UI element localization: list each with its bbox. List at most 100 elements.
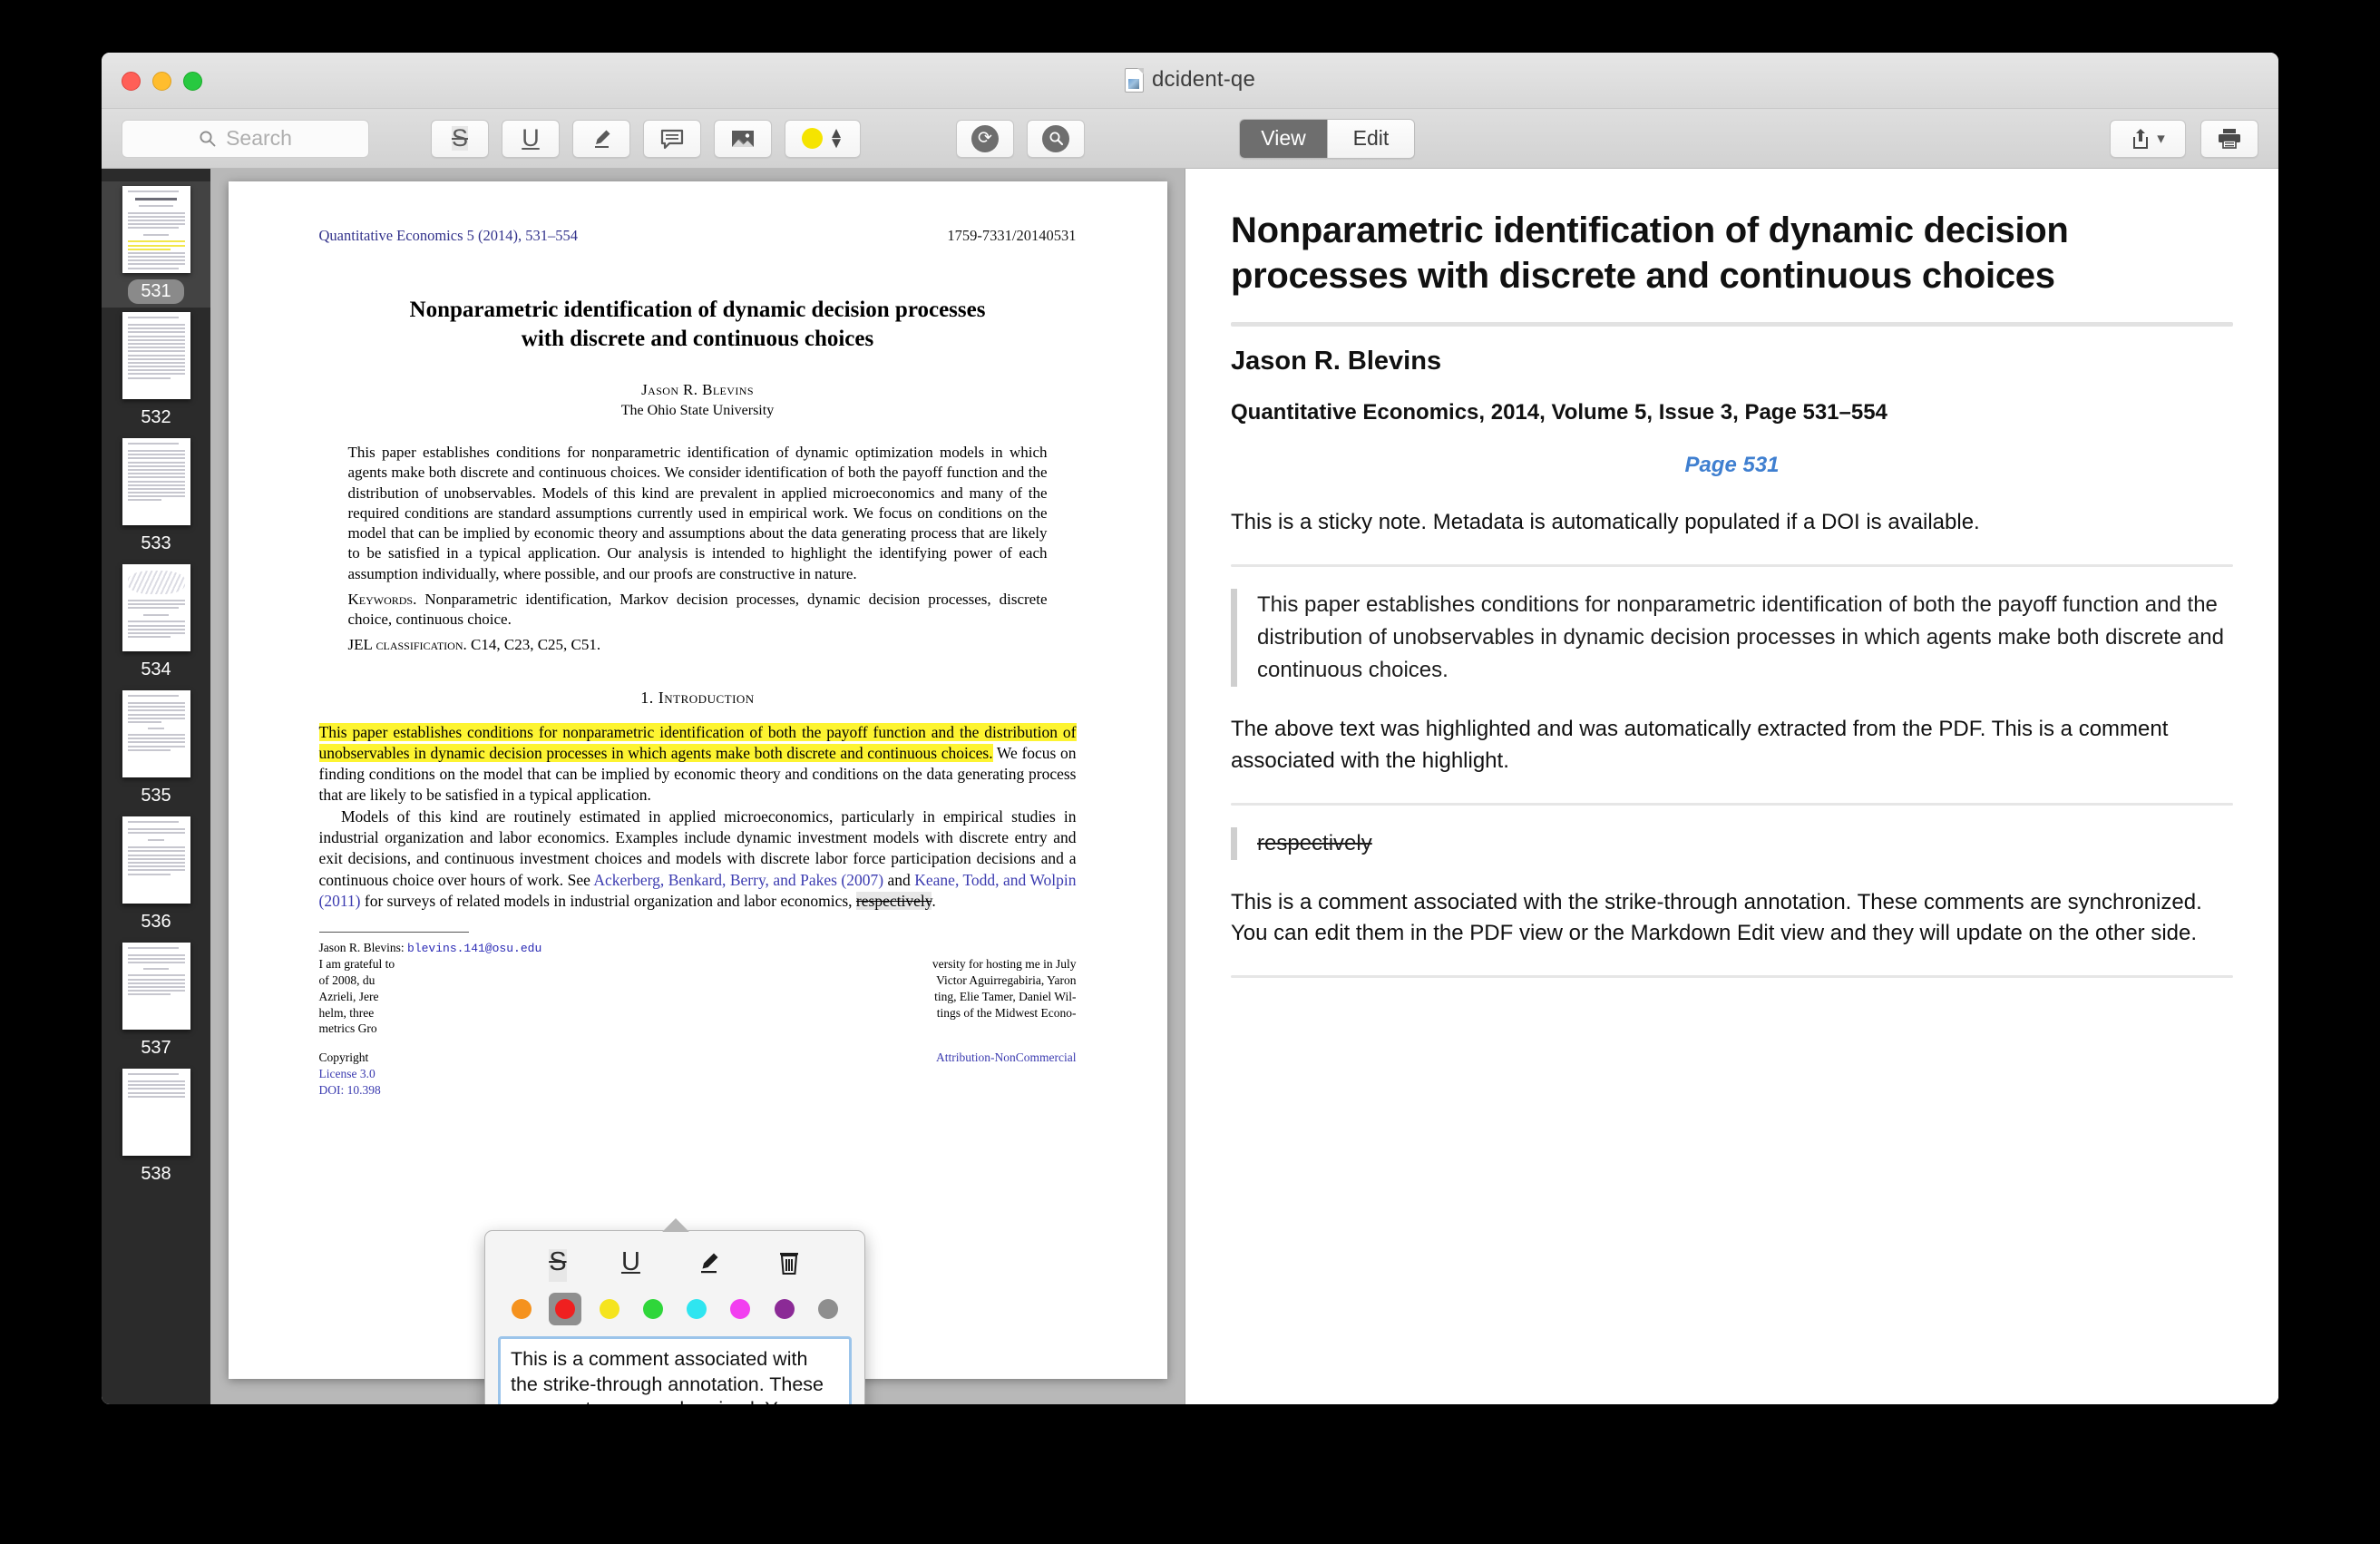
thumbnail-item-536[interactable]: 536 [102,812,210,938]
pdf-keywords-line: Keywords. Nonparametric identification, … [348,590,1048,630]
markdown-pane[interactable]: Nonparametric identification of dynamic … [1185,169,2278,1404]
pdf-strikethrough-annotation[interactable]: respectively [855,891,932,910]
copyright-line-1: Copyright Attribution-NonCommercial [319,1050,1077,1066]
markdown-note-3: This is a comment associated with the st… [1231,889,2202,946]
magnifier-icon [1042,124,1069,152]
comment-text: This is a comment associated with the st… [511,1348,834,1404]
pdf-keywords-label: Keywords. [347,590,417,608]
color-gray-button[interactable] [812,1293,844,1325]
markdown-strikethrough-text: respectively [1257,830,1372,855]
printer-icon [2219,129,2240,149]
popup-underline-button[interactable]: U [621,1249,640,1282]
color-swatch-magenta-icon [730,1299,751,1319]
color-orange-button[interactable] [505,1293,538,1325]
color-swatch-orange-icon [512,1299,532,1319]
thumbnail-item-537[interactable]: 537 [102,938,210,1064]
thumbnail-item-532[interactable]: 532 [102,308,210,434]
thumbnail-preview [122,186,190,273]
rotate-icon: ⟳ [971,124,999,152]
color-swatch-yellow-icon [599,1299,619,1319]
pdf-title: Nonparametric identification of dynamic … [319,296,1077,354]
main-body: 531 532 533 534 535 536 537 538 Quantita… [102,169,2278,1404]
footnote-author: Jason R. Blevins: [318,941,405,955]
markdown-page-link[interactable]: Page 531 [1231,453,2233,478]
tab-edit[interactable]: Edit [1327,119,1414,158]
thumbnail-page-number: 538 [141,1164,171,1184]
comment-textarea[interactable]: This is a comment associated with the st… [498,1336,852,1404]
footnote-email[interactable]: blevins.141@osu.edu [407,942,541,955]
pdf-highlight-annotation[interactable]: This paper establishes conditions for no… [318,722,1077,762]
copyright-text-a: Copyright [318,1051,369,1065]
pdf-paragraph-2-b: and [883,870,915,889]
trash-icon [779,1253,798,1275]
image-icon [732,130,754,147]
markdown-quote-2: respectively [1231,826,2233,860]
thumbnail-item-534[interactable]: 534 [102,560,210,686]
thumbnail-preview [122,564,190,651]
thumbnail-item-538[interactable]: 538 [102,1064,210,1190]
thumbnail-item-533[interactable]: 533 [102,434,210,560]
popup-strikethrough-button[interactable]: S [549,1249,567,1282]
markdown-author: Jason R. Blevins [1231,347,1442,376]
strikethrough-button[interactable]: S [431,119,489,158]
thumbnail-page-number: 533 [141,533,171,553]
footnote-text-h: tings of the Midwest Econo- [936,1005,1077,1020]
thumbnail-item-535[interactable]: 535 [102,686,210,812]
rotate-button[interactable]: ⟳ [956,119,1014,158]
footnote-line-4: Azrieli, Jere ting, Elie Tamer, Daniel W… [319,989,1077,1005]
color-red-button[interactable] [549,1293,582,1325]
thumbnail-item-531[interactable]: 531 [102,181,210,308]
pdf-citation-1[interactable]: Ackerberg, Benkard, Berry, and Pakes (20… [593,871,883,889]
color-cyan-button[interactable] [680,1293,713,1325]
popup-delete-button[interactable] [777,1249,801,1282]
thumbnail-preview [122,1069,190,1156]
view-tool-group: ⟳ [956,119,1085,158]
color-picker-button[interactable]: ▲ ▼ [785,119,861,158]
footnote-text-i: metrics Gro [318,1021,377,1036]
thumbnail-preview [122,438,190,525]
divider [1231,975,2233,979]
footnote-line-3: of 2008, du Victor Aguirregabiria, Yaron [319,972,1077,989]
copyright-license-link[interactable]: Attribution-NonCommercial [936,1050,1076,1066]
pdf-footnote: Jason R. Blevins: blevins.141@osu.edu I … [319,940,1077,1099]
annotation-popup[interactable]: S U This is a comment associated with th… [484,1218,865,1404]
pdf-title-line1: Nonparametric identification of dynamic … [409,298,986,322]
comment-button[interactable] [643,119,701,158]
color-purple-button[interactable] [768,1293,801,1325]
image-button[interactable] [714,119,772,158]
thumbnail-page-number: 532 [141,407,171,427]
copyright-doi[interactable]: DOI: 10.398 [319,1082,1077,1099]
color-yellow-button[interactable] [593,1293,626,1325]
pdf-paragraph-2-c: for surveys of related models in industr… [360,891,856,910]
thumbnail-page-number: 537 [141,1038,171,1058]
pdf-paragraph-2-d: . [932,891,936,910]
print-button[interactable] [2200,119,2258,158]
pdf-section-heading: 1. Introduction [640,688,755,707]
popup-highlight-button[interactable] [695,1249,722,1282]
markdown-note-2: The above text was highlighted and was a… [1231,716,2169,773]
footnote-rule [318,932,469,933]
color-magenta-button[interactable] [724,1293,756,1325]
pdf-viewer-pane[interactable]: Quantitative Economics 5 (2014), 531–554… [210,169,1185,1404]
underline-button[interactable]: U [502,119,560,158]
copyright-license-version[interactable]: License 3.0 [319,1066,1077,1082]
highlight-button[interactable] [572,119,630,158]
pdf-affiliation: The Ohio State University [620,403,775,418]
zoom-tool-button[interactable] [1027,119,1085,158]
color-swatch-gray-icon [817,1299,838,1319]
highlighter-icon [595,130,610,148]
thumbnail-preview [122,943,190,1030]
share-button[interactable]: ▾ [2110,119,2186,158]
thumbnail-sidebar[interactable]: 531 532 533 534 535 536 537 538 [102,169,210,1404]
tab-view[interactable]: View [1240,119,1327,158]
color-swatch-purple-icon [774,1299,795,1319]
thumbnail-page-number: 536 [141,912,171,932]
search-input[interactable]: Search [122,119,369,158]
thumbnail-figure [127,571,185,594]
divider [1231,563,2233,567]
pdf-jel-label: JEL classification. [347,636,467,654]
document-icon [1124,67,1144,93]
color-green-button[interactable] [637,1293,669,1325]
annotation-tool-group: S U ▲ ▼ [431,119,861,158]
popup-tool-row: S U [498,1246,852,1291]
